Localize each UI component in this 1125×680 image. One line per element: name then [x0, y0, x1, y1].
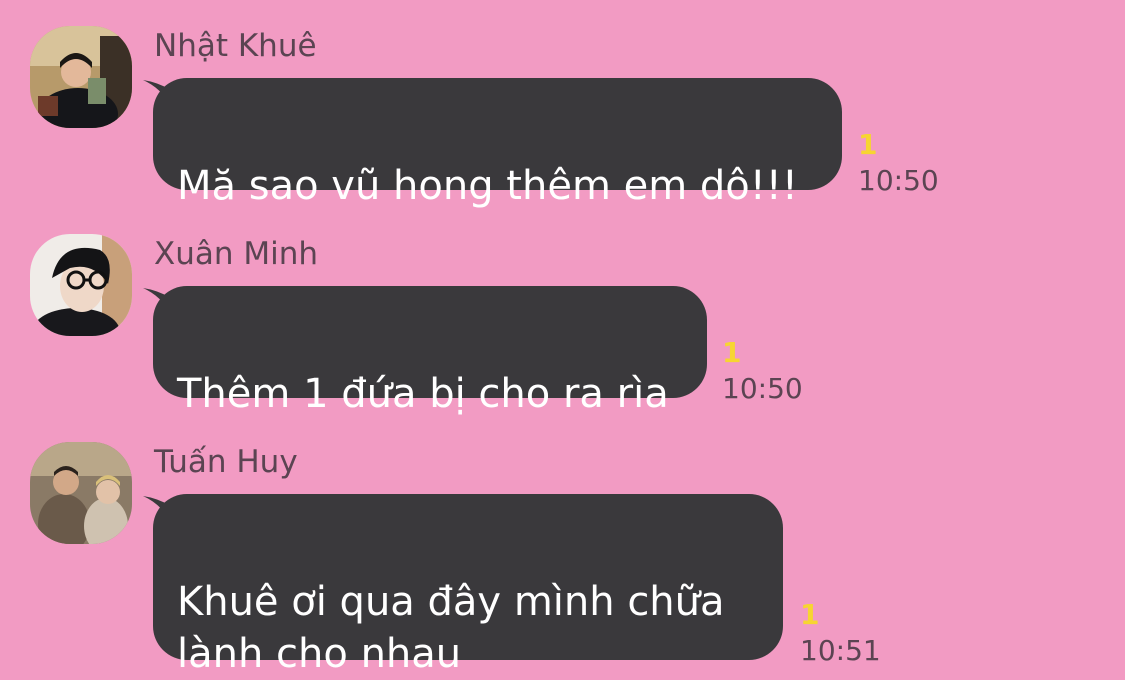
unread-count: 1	[858, 128, 878, 161]
unread-count: 1	[722, 336, 742, 369]
unread-count: 1	[800, 598, 820, 631]
message-text: Mă sao vũ hong thêm em dô!!!	[177, 163, 798, 209]
message-bubble[interactable]: Khuê ơi qua đây mình chữa lành cho nhau	[153, 494, 783, 677]
timestamp: 10:50	[722, 372, 803, 405]
sender-name: Nhật Khuê	[154, 28, 317, 64]
message-bubble[interactable]: Thêm 1 đứa bị cho ra rìa	[153, 286, 707, 417]
sender-name: Xuân Minh	[154, 236, 319, 272]
message-text: Thêm 1 đứa bị cho ra rìa	[177, 371, 669, 417]
message-bubble[interactable]: Mă sao vũ hong thêm em dô!!!	[153, 78, 842, 209]
avatar[interactable]	[30, 26, 132, 128]
avatar-photo-icon	[30, 442, 132, 544]
avatar-photo-icon	[30, 26, 132, 128]
avatar[interactable]	[30, 234, 132, 336]
timestamp: 10:50	[858, 164, 939, 197]
timestamp: 10:51	[800, 634, 881, 667]
sender-name: Tuấn Huy	[154, 444, 298, 480]
avatar-photo-icon	[30, 234, 132, 336]
message-text: Khuê ơi qua đây mình chữa lành cho nhau	[177, 579, 725, 677]
avatar[interactable]	[30, 442, 132, 544]
